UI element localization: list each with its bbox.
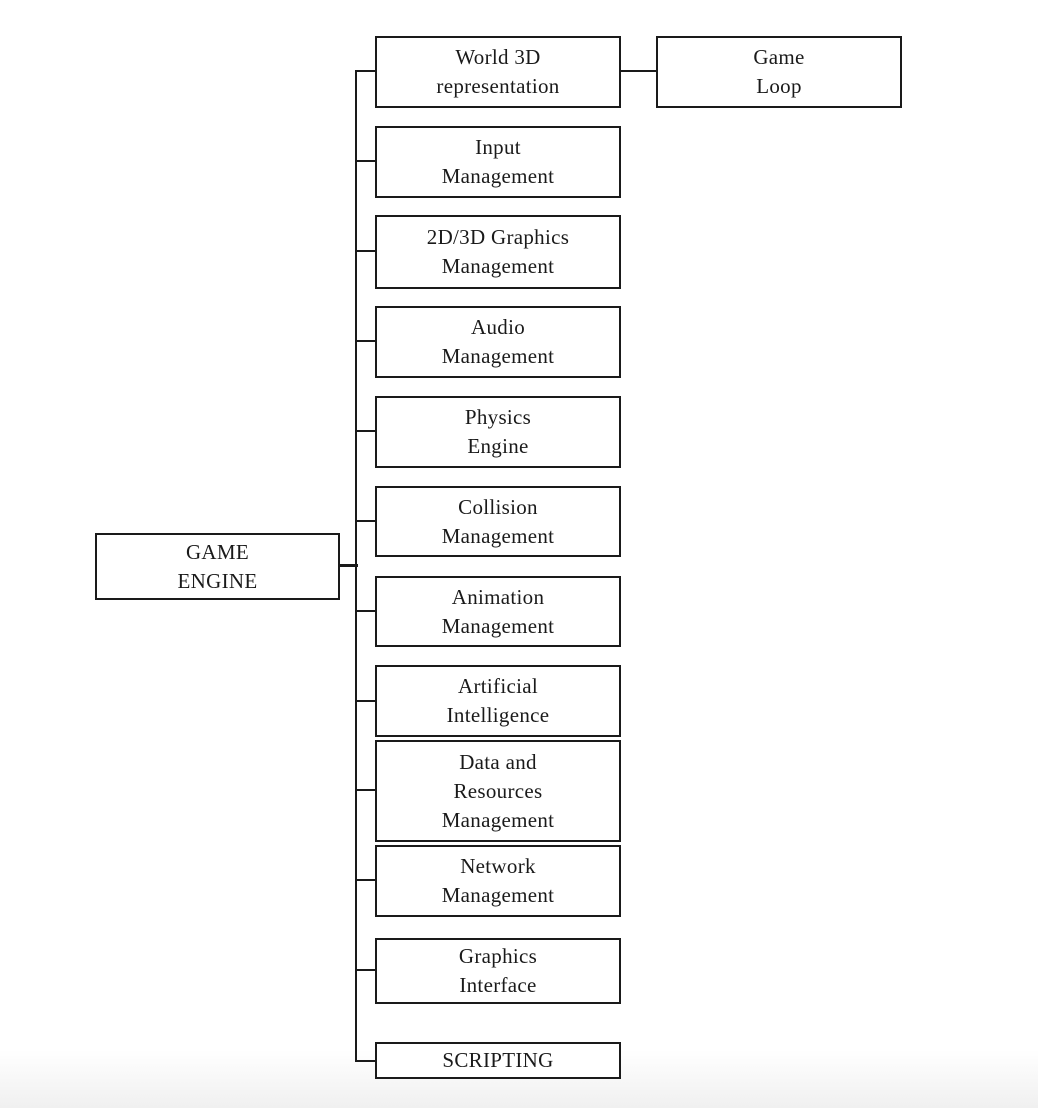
branch-connector — [355, 789, 376, 791]
node-2d-3d-graphics-management: 2D/3D Graphics Management — [375, 215, 621, 289]
branch-connector — [355, 879, 376, 881]
branch-connector — [355, 430, 376, 432]
node-label: Graphics Interface — [458, 944, 538, 997]
node-audio-management: Audio Management — [375, 306, 621, 378]
node-animation-management: Animation Management — [375, 576, 621, 647]
node-label: Collision Management — [441, 494, 555, 548]
node-label: Animation Management — [441, 584, 555, 638]
node-label: Audio Management — [441, 315, 555, 368]
node-world-3d-representation: World 3D representation — [375, 36, 621, 108]
node-data-and-resources-management: Data and Resources Management — [375, 740, 621, 842]
branch-connector — [355, 610, 376, 612]
branch-connector — [355, 520, 376, 522]
node-physics-engine: Physics Engine — [375, 396, 621, 468]
node-label: SCRIPTING — [442, 1048, 554, 1072]
trunk-line — [355, 70, 357, 1062]
node-label: Input Management — [441, 135, 555, 188]
node-label: Artificial Intelligence — [446, 674, 550, 727]
branch-connector — [355, 250, 376, 252]
node-label: Network Management — [441, 854, 555, 907]
node-input-management: Input Management — [375, 126, 621, 198]
node-graphics-interface: Graphics Interface — [375, 938, 621, 1004]
node-game-loop: Game Loop — [656, 36, 902, 108]
node-scripting: SCRIPTING — [375, 1042, 621, 1079]
root-node-label: GAME ENGINE — [177, 539, 258, 593]
node-collision-management: Collision Management — [375, 486, 621, 557]
root-node-game-engine: GAME ENGINE — [95, 533, 340, 600]
node-label: 2D/3D Graphics Management — [426, 225, 570, 278]
node-network-management: Network Management — [375, 845, 621, 917]
node-label: Physics Engine — [464, 405, 532, 458]
branch-connector — [355, 160, 376, 162]
node-label: Game Loop — [753, 45, 805, 98]
branch-connector — [355, 340, 376, 342]
node-label: Data and Resources Management — [441, 749, 555, 832]
branch-connector — [355, 70, 376, 72]
branch-connector — [355, 969, 376, 971]
branch-connector — [355, 700, 376, 702]
node-artificial-intelligence: Artificial Intelligence — [375, 665, 621, 737]
connector-world3d-to-gameloop — [620, 70, 657, 72]
branch-connector — [355, 1060, 376, 1062]
node-label: World 3D representation — [436, 45, 560, 98]
